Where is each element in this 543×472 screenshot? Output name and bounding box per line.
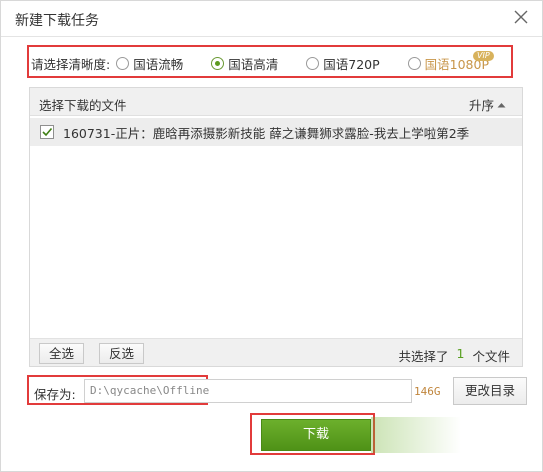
dialog-title: 新建下载任务: [15, 13, 99, 29]
file-list-panel: 选择下载的文件 升序 160731-正片：鹿晗再添摄影新技能 薛之谦舞狮求露脸-…: [29, 87, 523, 367]
file-list-title: 选择下载的文件: [39, 98, 127, 113]
status-suffix: 个文件: [472, 349, 510, 364]
radio-button[interactable]: [306, 56, 320, 70]
file-row[interactable]: 160731-正片：鹿晗再添摄影新技能 薛之谦舞狮求露脸-我去上学啦第2季: [30, 118, 522, 146]
sort-label: 升序: [468, 98, 494, 113]
save-path-input[interactable]: D:\qycache\Offline: [84, 379, 412, 403]
sort-ascending-button[interactable]: 升序: [469, 95, 506, 114]
radio-option-label: 国语高清: [228, 56, 279, 72]
selected-count: 1: [456, 346, 465, 361]
radio-option-label: 国语流畅: [133, 56, 184, 72]
file-name: 160731-正片：鹿晗再添摄影新技能 薛之谦舞狮求露脸-我去上学啦第2季: [63, 125, 470, 141]
radio-button[interactable]: [407, 56, 421, 70]
radio-option-720p[interactable]: 国语720P: [306, 54, 380, 73]
change-directory-button[interactable]: 更改目录: [453, 377, 527, 405]
quality-label: 请选择清晰度:: [31, 56, 111, 72]
file-list-header: 选择下载的文件 升序: [30, 88, 522, 116]
file-checkbox[interactable]: [40, 125, 54, 139]
radio-option-smooth[interactable]: 国语流畅: [116, 54, 183, 73]
invert-selection-button[interactable]: 反选: [99, 343, 145, 364]
status-prefix: 共选择了: [398, 349, 449, 364]
radio-option-label: 国语720P: [323, 56, 380, 72]
file-list-footer: 全选 反选 共选择了 1 个文件: [30, 338, 522, 366]
checkmark-icon: [42, 127, 53, 137]
free-space-label: 146G: [414, 385, 441, 398]
download-button[interactable]: 下载: [261, 419, 371, 451]
vip-badge: VIP: [473, 51, 494, 61]
radio-button[interactable]: [116, 56, 130, 70]
button-glow: [371, 417, 461, 453]
selection-status: 共选择了 1 个文件: [399, 346, 510, 365]
new-download-dialog: 新建下载任务 请选择清晰度: 国语流畅 国语高清 国语720P 国语1080P …: [0, 0, 543, 472]
caret-up-icon: [497, 102, 506, 107]
radio-option-hd[interactable]: 国语高清: [211, 54, 278, 73]
title-bar: 新建下载任务: [1, 1, 542, 37]
close-icon[interactable]: [512, 8, 530, 26]
quality-selector: 请选择清晰度: 国语流畅 国语高清 国语720P 国语1080P: [31, 53, 489, 73]
select-all-button[interactable]: 全选: [39, 343, 85, 364]
radio-button-selected[interactable]: [211, 56, 225, 70]
save-as-label: 保存为:: [34, 387, 76, 402]
